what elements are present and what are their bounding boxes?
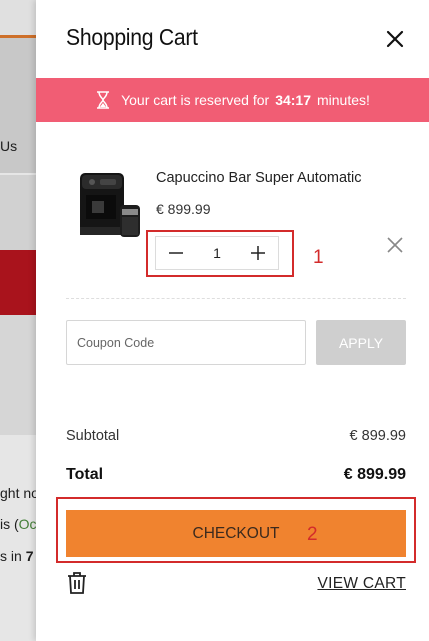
cart-title: Shopping Cart [66,24,198,50]
increase-quantity-button[interactable] [238,236,278,270]
view-cart-link[interactable]: VIEW CART [317,575,406,593]
apply-coupon-button[interactable]: APPLY [316,320,406,365]
total-value: € 899.99 [343,466,406,483]
reservation-timer: 34:17 [275,92,311,108]
annotation-label-2: 2 [307,524,318,545]
subtotal-label: Subtotal [66,428,120,444]
item-price: € 899.99 [156,201,211,217]
close-icon[interactable] [382,26,408,52]
total-label: Total [66,466,104,483]
annotation-label-1: 1 [313,247,324,268]
reservation-banner: Your cart is reserved for 34:17 minutes! [36,78,429,122]
trash-icon[interactable] [66,571,88,595]
plus-icon [251,246,265,260]
decrease-quantity-button[interactable] [156,236,196,270]
subtotal-value: € 899.99 [349,428,406,444]
reservation-text: Your cart is reserved for [121,92,270,108]
cart-drawer: Shopping Cart Your cart is reserved for … [36,0,429,641]
coupon-code-input[interactable] [66,320,306,365]
checkout-button[interactable]: CHECKOUT [66,510,406,557]
remove-item-icon[interactable] [386,236,404,254]
coffee-machine-image[interactable] [76,165,144,240]
divider [66,298,406,299]
quantity-value[interactable]: 1 [196,245,238,261]
hourglass-icon [97,91,110,109]
minus-icon [169,252,183,254]
quantity-stepper: 1 [155,236,279,270]
reservation-suffix: minutes! [317,92,370,108]
item-name[interactable]: Capuccino Bar Super Automatic [156,170,362,186]
